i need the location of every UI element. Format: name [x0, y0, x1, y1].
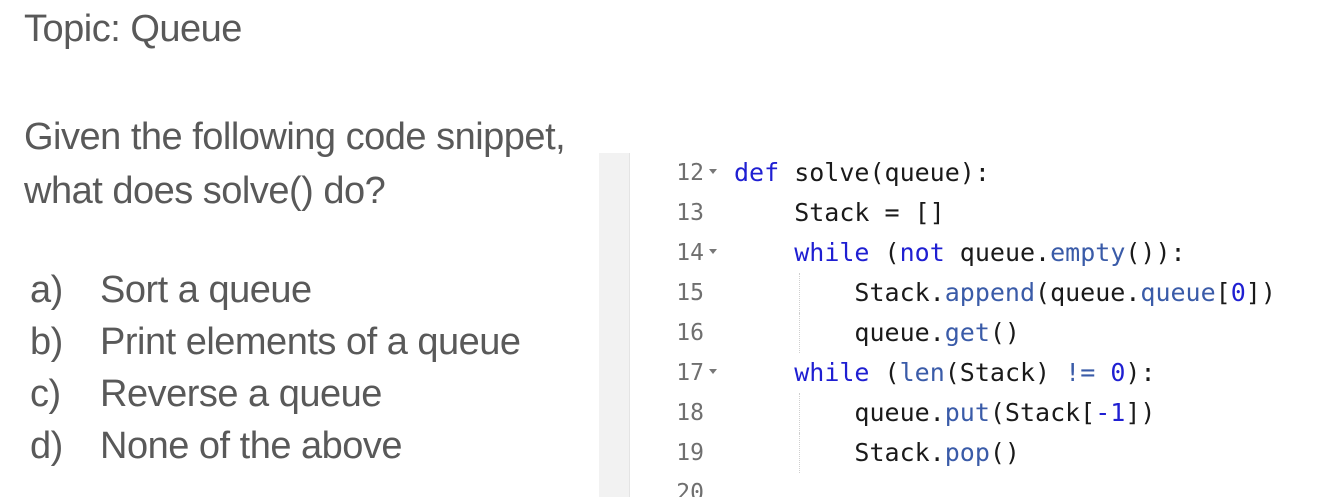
line-number: 20: [676, 480, 704, 497]
option-letter: d): [30, 425, 63, 467]
line-number: 18: [676, 400, 704, 426]
line-number: 19: [676, 440, 704, 466]
answer-options: a) Sort a queue b) Print elements of a q…: [30, 264, 521, 472]
code-line: 14 while (not queue.empty()):: [599, 233, 1329, 273]
question-line-2: what does solve() do?: [24, 170, 386, 212]
code-line: 20: [599, 473, 1329, 497]
fold-arrow-icon[interactable]: [709, 249, 717, 254]
option-letter: c): [30, 373, 61, 415]
option-text: Sort a queue: [100, 269, 312, 311]
fold-arrow-icon[interactable]: [709, 369, 717, 374]
question-line-1: Given the following code snippet,: [24, 116, 566, 158]
code-line: 18 queue.put(Stack[-1]): [599, 393, 1329, 433]
option-c: c) Reverse a queue: [30, 368, 521, 420]
code-text: def solve(queue):: [734, 158, 990, 187]
code-text: queue.get(): [734, 318, 1020, 347]
line-number: 13: [676, 200, 704, 226]
code-line: 12 def solve(queue):: [599, 153, 1329, 193]
line-number: 15: [676, 280, 704, 306]
option-a: a) Sort a queue: [30, 264, 521, 316]
option-text: Reverse a queue: [100, 373, 382, 415]
option-text: Print elements of a queue: [100, 321, 521, 363]
code-editor: 12 def solve(queue): 13 Stack = [] 14 while…: [599, 153, 1329, 497]
option-b: b) Print elements of a queue: [30, 316, 521, 368]
code-line: 16 queue.get(): [599, 313, 1329, 353]
code-text: Stack.pop(): [734, 438, 1020, 467]
code-line: 19 Stack.pop(): [599, 433, 1329, 473]
option-letter: a): [30, 269, 63, 311]
code-line: 17 while (len(Stack) != 0):: [599, 353, 1329, 393]
code-text: Stack.append(queue.queue[0]): [734, 278, 1276, 307]
topic-title: Topic: Queue: [24, 8, 242, 50]
code-text: while (not queue.empty()):: [794, 238, 1186, 267]
option-letter: b): [30, 321, 63, 363]
line-number: 16: [676, 320, 704, 346]
code-text: Stack = []: [734, 198, 945, 227]
line-number: 17: [676, 360, 704, 386]
question-text: Given the following code snippet, what d…: [24, 110, 566, 218]
fold-arrow-icon[interactable]: [709, 169, 717, 174]
code-line: 13 Stack = []: [599, 193, 1329, 233]
code-text: queue.put(Stack[-1]): [734, 398, 1156, 427]
option-d: d) None of the above: [30, 420, 521, 472]
line-number: 14: [676, 240, 704, 266]
code-text: while (len(Stack) != 0):: [794, 358, 1156, 387]
code-line: 15 Stack.append(queue.queue[0]): [599, 273, 1329, 313]
line-number: 12: [676, 160, 704, 186]
option-text: None of the above: [100, 425, 403, 467]
